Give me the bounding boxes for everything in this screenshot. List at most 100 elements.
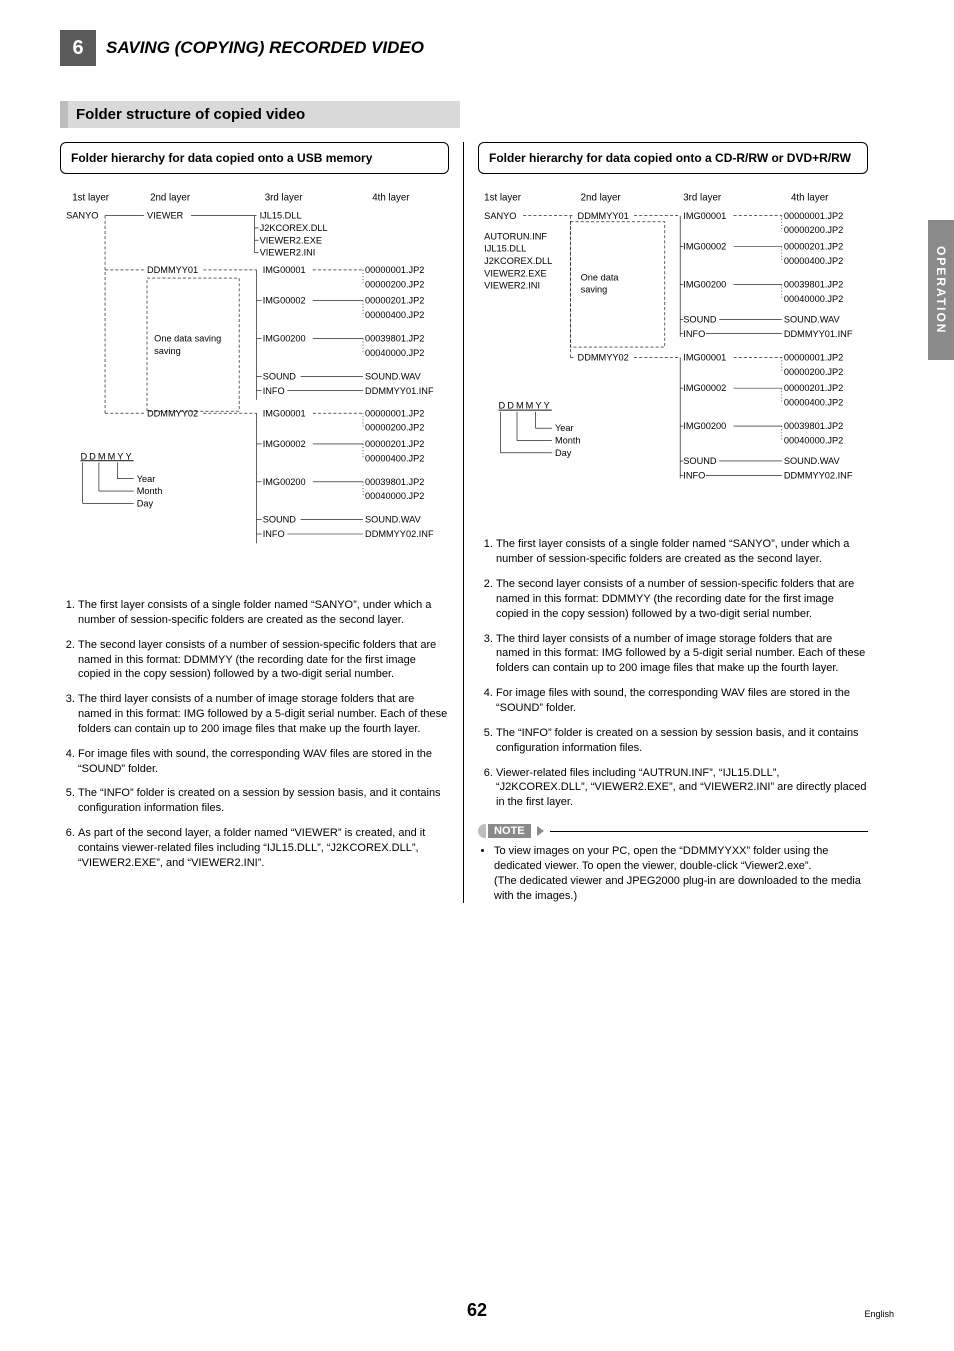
file-2a: 00000201.JP2: [365, 296, 424, 306]
legend-day: Day: [555, 448, 572, 458]
viewer-file-1: IJL15.DLL: [260, 211, 302, 221]
page-footer: 62 English: [0, 1300, 954, 1321]
root-file-1: AUTORUN.INF: [484, 231, 547, 241]
left-explanation-list: The first layer consists of a single fol…: [60, 598, 449, 871]
root-file-4: VIEWER2.EXE: [484, 268, 547, 278]
chapter-header: 6 SAVING (COPYING) RECORDED VIDEO: [60, 30, 894, 66]
right-column: Folder hierarchy for data copied onto a …: [464, 142, 868, 903]
f3b: 00040000.JP2: [784, 294, 843, 304]
root-file-3: J2KCOREX.DLL: [484, 256, 552, 266]
list-item: For image files with sound, the correspo…: [78, 747, 449, 777]
list-item: For image files with sound, the correspo…: [496, 686, 868, 716]
page-number: 62: [467, 1300, 487, 1320]
session1-folder: DDMMYY01: [578, 211, 629, 221]
session2-folder: DDMMYY02: [578, 352, 629, 362]
root-file-2: IJL15.DLL: [484, 244, 526, 254]
chevron-right-icon: [537, 826, 544, 836]
root-file-5: VIEWER2.INI: [484, 281, 540, 291]
left-panel-title: Folder hierarchy for data copied onto a …: [60, 142, 449, 174]
list-item: The third layer consists of a number of …: [496, 632, 868, 677]
f1a: 00000001.JP2: [784, 211, 843, 221]
snd: SOUND.WAV: [784, 314, 841, 324]
binf: DDMMYY02.INF: [784, 470, 853, 480]
side-tab-label: OPERATION: [934, 246, 948, 334]
b-img2: IMG00002: [683, 383, 726, 393]
f2b: 00000400.JP2: [784, 256, 843, 266]
info: INFO: [683, 329, 705, 339]
bf1b: 00000200.JP2: [784, 367, 843, 377]
anno-one-data: One data: [581, 272, 620, 282]
anno-one-data: One data saving: [154, 334, 221, 344]
file-1b: 00000200.JP2: [365, 279, 424, 289]
f3a: 00039801.JP2: [784, 280, 843, 290]
sound-folder: SOUND: [263, 371, 297, 381]
note-label: NOTE: [488, 824, 531, 838]
viewer-folder: VIEWER: [147, 211, 184, 221]
anno-saving: saving: [154, 346, 181, 356]
section-title: Folder structure of copied video: [60, 101, 460, 128]
list-item: The third layer consists of a number of …: [78, 692, 449, 737]
layer2-label: 2nd layer: [150, 192, 191, 203]
b-info-file: DDMMYY02.INF: [365, 529, 434, 539]
disc-folder-diagram: 1st layer 2nd layer 3rd layer 4th layer …: [478, 188, 868, 521]
img1-folder: IMG00001: [263, 265, 306, 275]
side-tab: OPERATION: [928, 220, 954, 360]
note-divider: [550, 831, 868, 832]
right-panel-title: Folder hierarchy for data copied onto a …: [478, 142, 868, 174]
usb-folder-diagram: 1st layer 2nd layer 3rd layer 4th layer …: [60, 188, 449, 582]
session1-folder: DDMMYY01: [147, 265, 198, 275]
root-folder: SANYO: [66, 211, 98, 221]
viewer-file-4: VIEWER2.INI: [260, 248, 316, 258]
b-img2: IMG00002: [263, 439, 306, 449]
viewer-file-3: VIEWER2.EXE: [260, 235, 322, 245]
list-item: The first layer consists of a single fol…: [78, 598, 449, 628]
layer1-label: 1st layer: [72, 192, 109, 203]
layer4-label: 4th layer: [791, 192, 829, 203]
bf3a: 00039801.JP2: [784, 421, 843, 431]
chapter-number: 6: [72, 37, 83, 60]
bfile-1a: 00000001.JP2: [365, 408, 424, 418]
b-img1: IMG00001: [263, 408, 306, 418]
b-info: INFO: [263, 529, 285, 539]
legend-day: Day: [137, 498, 154, 508]
inf: DDMMYY01.INF: [784, 329, 853, 339]
session2-folder: DDMMYY02: [147, 408, 198, 418]
b-info: INFO: [683, 470, 705, 480]
legend-month: Month: [137, 486, 163, 496]
note-header: NOTE: [478, 824, 868, 838]
b-sound-file: SOUND.WAV: [365, 515, 422, 525]
chapter-number-box: 6: [60, 30, 96, 66]
list-item: As part of the second layer, a folder na…: [78, 826, 449, 871]
layer4-label: 4th layer: [372, 192, 410, 203]
sound: SOUND: [683, 314, 717, 324]
bf1a: 00000001.JP2: [784, 352, 843, 362]
bf2b: 00000400.JP2: [784, 398, 843, 408]
img2: IMG00002: [683, 242, 726, 252]
img2-folder: IMG00002: [263, 296, 306, 306]
layer3-label: 3rd layer: [265, 192, 304, 203]
file-3a: 00039801.JP2: [365, 334, 424, 344]
bfile-1b: 00000200.JP2: [365, 423, 424, 433]
list-item: The “INFO” folder is created on a sessio…: [78, 786, 449, 816]
info-file: DDMMYY01.INF: [365, 386, 434, 396]
file-2b: 00000400.JP2: [365, 310, 424, 320]
b-img1: IMG00001: [683, 352, 726, 362]
b-sound: SOUND: [683, 456, 717, 466]
bsnd: SOUND.WAV: [784, 456, 841, 466]
legend-root: DDMMYY: [80, 451, 133, 461]
bf3b: 00040000.JP2: [784, 436, 843, 446]
viewer-file-2: J2KCOREX.DLL: [260, 223, 328, 233]
anno-saving: saving: [581, 285, 608, 295]
list-item: The “INFO” folder is created on a sessio…: [496, 726, 868, 756]
b-sound: SOUND: [263, 515, 297, 525]
left-column: Folder hierarchy for data copied onto a …: [60, 142, 464, 903]
img3: IMG00200: [683, 280, 726, 290]
file-1a: 00000001.JP2: [365, 265, 424, 275]
root-folder: SANYO: [484, 211, 516, 221]
layer1-label: 1st layer: [484, 192, 522, 203]
sound-file: SOUND.WAV: [365, 371, 422, 381]
chapter-title: SAVING (COPYING) RECORDED VIDEO: [106, 38, 424, 58]
bfile-2a: 00000201.JP2: [365, 439, 424, 449]
note-list: To view images on your PC, open the “DDM…: [478, 844, 868, 903]
note-lead-icon: [478, 824, 486, 838]
